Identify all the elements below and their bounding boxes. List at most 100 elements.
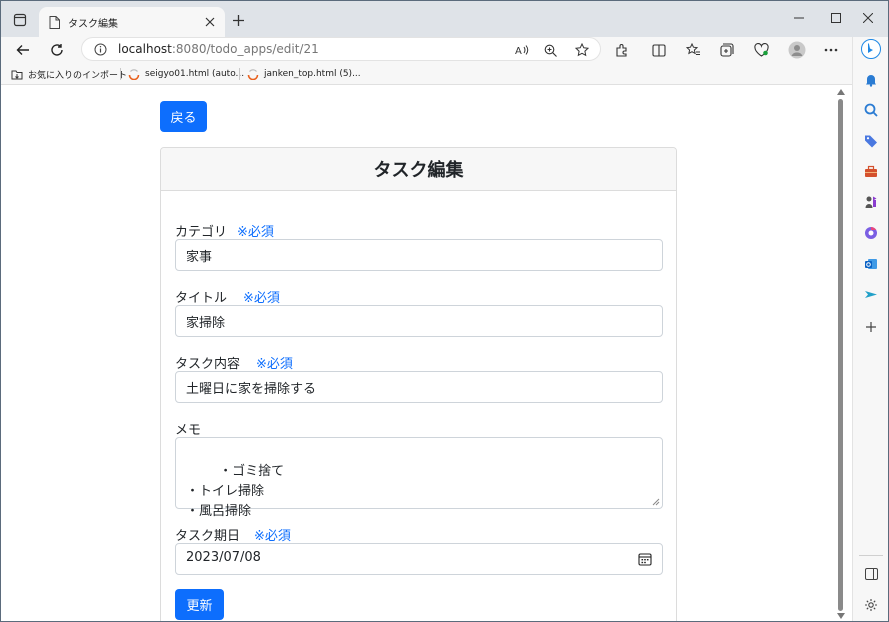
page-icon xyxy=(247,68,259,80)
bookmark-divider xyxy=(120,68,121,80)
address-bar[interactable]: localhost:8080/todo_apps/edit/21 A xyxy=(81,37,601,61)
extensions-button[interactable] xyxy=(610,39,634,61)
bookmark-divider xyxy=(239,68,240,80)
collections-icon xyxy=(720,43,734,57)
due-date-input[interactable]: 2023/07/08 xyxy=(175,543,663,575)
reload-button[interactable] xyxy=(45,39,69,61)
tab-actions-button[interactable] xyxy=(7,7,33,33)
bing-copilot-button[interactable] xyxy=(861,39,881,59)
microsoft365-button[interactable] xyxy=(861,223,881,243)
minimize-icon xyxy=(794,17,804,19)
address-toolbar: localhost:8080/todo_apps/edit/21 A xyxy=(1,37,852,63)
favorite-button[interactable] xyxy=(570,39,594,61)
bell-icon xyxy=(866,75,876,87)
sidebar-divider xyxy=(859,555,883,556)
category-input[interactable]: 家事 xyxy=(175,239,663,271)
back-nav-button[interactable] xyxy=(11,39,35,61)
shopping-button[interactable] xyxy=(861,131,881,151)
page-scrollbar[interactable] xyxy=(835,86,847,621)
tag-icon xyxy=(865,135,877,148)
close-icon xyxy=(205,17,215,27)
sidebar-toggle-icon xyxy=(864,568,878,580)
plus-icon xyxy=(866,322,876,332)
outlook-icon xyxy=(865,259,877,269)
minimize-button[interactable] xyxy=(779,7,819,29)
import-icon xyxy=(11,68,23,80)
resize-grip-icon xyxy=(652,498,660,506)
card-header: タスク編集 xyxy=(161,148,676,191)
tab-close-button[interactable] xyxy=(201,13,219,31)
split-screen-button[interactable] xyxy=(647,39,671,61)
new-tab-button[interactable] xyxy=(229,11,247,29)
drop-button[interactable] xyxy=(861,285,881,305)
info-icon xyxy=(94,43,107,56)
puzzle-icon xyxy=(616,44,627,57)
page-icon xyxy=(128,68,140,80)
content-label: タスク内容 xyxy=(175,357,241,372)
zoom-icon xyxy=(544,44,557,57)
bookmark-label: お気に入りのインポート xyxy=(28,70,128,81)
avatar-icon xyxy=(788,41,806,59)
favorites-button[interactable] xyxy=(681,39,705,61)
tab-actions-icon xyxy=(13,13,27,27)
sidebar-settings-button[interactable] xyxy=(861,595,881,615)
outlook-button[interactable] xyxy=(861,254,881,274)
arrow-left-icon xyxy=(16,45,29,55)
favorites-icon xyxy=(685,43,700,55)
memo-textarea[interactable]: ・ゴミ捨て ・トイレ掃除 ・風呂掃除 xyxy=(175,437,663,519)
plus-icon xyxy=(232,14,244,26)
memo-label: メモ xyxy=(175,423,202,438)
maximize-icon xyxy=(831,13,841,23)
bookmarks-bar: お気に入りのインポート seigyo01.html (auto... janke… xyxy=(1,63,852,85)
url-host: localhost xyxy=(118,42,172,56)
page-viewport: 戻る タスク編集 カテゴリ ※必須 家事 タイトル ※必須 家掃除 タスク内容 ※必須… xyxy=(1,86,852,621)
search-icon xyxy=(864,103,878,117)
window-close-button[interactable] xyxy=(848,7,888,29)
browser-essentials-button[interactable] xyxy=(749,39,773,61)
search-sidebar-button[interactable] xyxy=(861,100,881,120)
memo-text: ・ゴミ捨て ・トイレ掃除 ・風呂掃除 xyxy=(186,464,285,519)
required-mark: ※必須 xyxy=(256,357,293,372)
content-input[interactable]: 土曜日に家を掃除する xyxy=(175,371,663,403)
scroll-thumb[interactable] xyxy=(838,99,843,611)
gear-icon xyxy=(865,599,877,611)
bookmark-janken-top[interactable]: janken_top.html (5)... xyxy=(247,66,361,82)
back-button[interactable]: 戻る xyxy=(160,101,207,132)
tab-title: タスク編集 xyxy=(68,18,118,30)
toolbox-icon xyxy=(865,165,877,177)
profile-button[interactable] xyxy=(785,39,809,61)
update-button[interactable]: 更新 xyxy=(175,589,224,620)
category-label-row: カテゴリ ※必須 xyxy=(175,221,274,240)
reload-icon xyxy=(51,44,63,56)
bookmark-import[interactable]: お気に入りのインポート xyxy=(11,66,127,82)
games-button[interactable] xyxy=(861,192,881,212)
bookmark-label: janken_top.html (5)... xyxy=(264,69,361,79)
edit-form-card: タスク編集 カテゴリ ※必須 家事 タイトル ※必須 家掃除 タスク内容 ※必須 土曜… xyxy=(160,147,677,621)
zoom-button[interactable] xyxy=(538,39,562,61)
hide-sidebar-button[interactable] xyxy=(861,564,881,584)
ellipsis-icon xyxy=(824,48,838,52)
microsoft365-icon xyxy=(865,227,877,239)
heart-pulse-icon xyxy=(753,43,769,57)
bing-icon xyxy=(861,39,881,59)
notifications-button[interactable] xyxy=(861,70,881,90)
collections-button[interactable] xyxy=(715,39,739,61)
tab-active[interactable]: タスク編集 xyxy=(39,7,225,37)
title-input[interactable]: 家掃除 xyxy=(175,305,663,337)
title-label-row: タイトル ※必須 xyxy=(175,287,280,306)
bookmark-label: seigyo01.html (auto... xyxy=(145,69,245,79)
due-label-row: タスク期日 ※必須 xyxy=(175,525,291,544)
page-icon xyxy=(49,15,60,29)
more-menu-button[interactable] xyxy=(819,39,843,61)
due-date-value: 2023/07/08 xyxy=(186,550,261,565)
read-aloud-button[interactable]: A xyxy=(510,39,534,61)
add-sidebar-app-button[interactable] xyxy=(861,317,881,337)
tab-strip: タスク編集 xyxy=(1,1,888,37)
send-icon xyxy=(865,291,877,298)
page-title: タスク編集 xyxy=(373,160,464,181)
memo-label-row: メモ xyxy=(175,419,201,438)
bookmark-seigyo01[interactable]: seigyo01.html (auto... xyxy=(128,66,244,82)
tools-button[interactable] xyxy=(861,161,881,181)
split-screen-icon xyxy=(652,43,666,57)
calendar-icon[interactable] xyxy=(638,552,652,566)
